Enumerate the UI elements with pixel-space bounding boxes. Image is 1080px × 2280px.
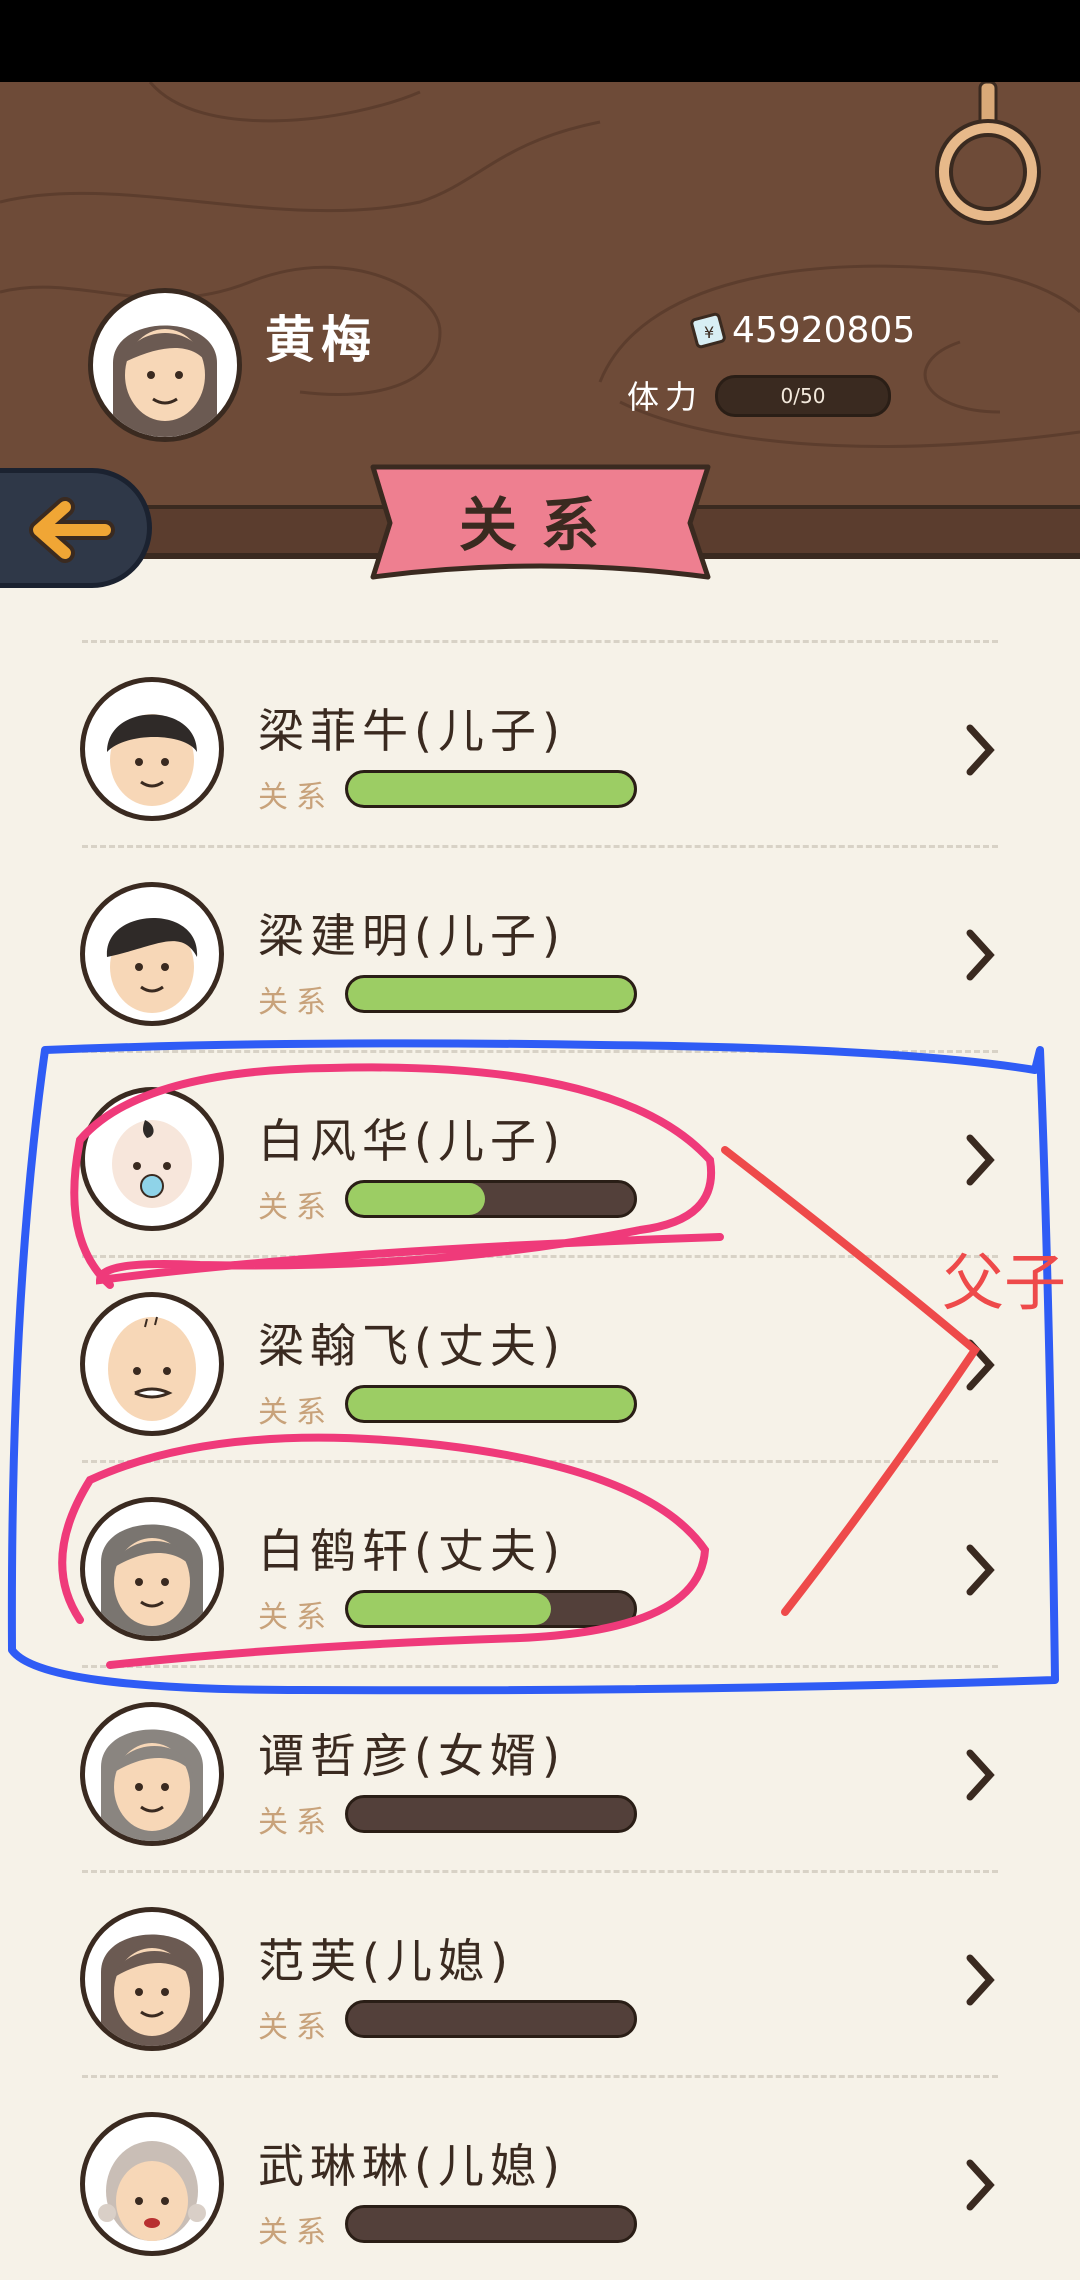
divider — [82, 1870, 998, 1873]
relationship-bar — [345, 1385, 637, 1423]
avatar — [80, 882, 224, 1026]
list-item[interactable]: 武琳琳(儿媳) 关系 — [0, 2075, 1080, 2280]
woman-face-icon — [113, 325, 217, 437]
stamina-label: 体力 — [627, 378, 704, 416]
relationship-bar — [345, 1180, 637, 1218]
divider — [82, 2075, 998, 2078]
stamina-bar: 0/50 — [715, 375, 891, 417]
avatar — [80, 1292, 224, 1436]
relationship-label: 关系 — [258, 985, 334, 1020]
profile-name: 黄梅 — [265, 311, 377, 369]
chevron-right-icon[interactable] — [960, 1540, 1000, 1600]
person-name: 武琳琳(儿媳) — [258, 2139, 566, 2193]
list-item[interactable]: 梁建明(儿子) 关系 — [0, 845, 1080, 1050]
relationship-label: 关系 — [258, 1395, 334, 1430]
svg-text:¥: ¥ — [704, 323, 714, 342]
relationship-bar — [345, 975, 637, 1013]
person-name: 谭哲彦(女婿) — [258, 1729, 566, 1783]
person-name: 梁菲牛(儿子) — [258, 704, 566, 758]
person-name: 梁建明(儿子) — [258, 909, 566, 963]
divider — [82, 845, 998, 848]
profile-avatar[interactable] — [88, 288, 242, 442]
list-item[interactable]: 梁菲牛(儿子) 关系 — [0, 640, 1080, 845]
person-name: 梁翰飞(丈夫) — [258, 1319, 566, 1373]
back-arrow-icon — [29, 497, 115, 563]
grey-hair-face-icon — [101, 1524, 203, 1636]
relationship-label: 关系 — [258, 2010, 334, 2045]
chevron-right-icon[interactable] — [960, 1130, 1000, 1190]
relationship-bar — [345, 2000, 637, 2038]
relationship-label: 关系 — [258, 1600, 334, 1635]
list-item[interactable]: 范芙(儿媳) 关系 — [0, 1870, 1080, 2075]
divider — [82, 1460, 998, 1463]
annotation-label: 父子 — [942, 1246, 1067, 1319]
relationship-fill — [348, 978, 634, 1010]
back-button[interactable] — [0, 468, 152, 588]
divider — [82, 1665, 998, 1668]
relationship-fill — [348, 1183, 486, 1215]
relationship-label: 关系 — [258, 1190, 334, 1225]
avatar — [80, 1497, 224, 1641]
relationship-bar — [345, 1590, 637, 1628]
woman-face-icon — [101, 1934, 203, 2046]
avatar — [80, 1907, 224, 2051]
status-bar — [0, 0, 1080, 82]
chevron-right-icon[interactable] — [960, 720, 1000, 780]
avatar — [80, 1087, 224, 1231]
relationship-fill — [348, 1593, 552, 1625]
grey-hair-face-icon — [101, 1729, 203, 1841]
person-name: 白风华(儿子) — [258, 1114, 566, 1168]
divider — [82, 1050, 998, 1053]
baby-face-icon — [112, 1120, 192, 1208]
list-item[interactable]: 白鹤轩(丈夫) 关系 — [0, 1460, 1080, 1665]
person-name: 白鹤轩(丈夫) — [258, 1524, 566, 1578]
old-man-face-icon — [108, 1316, 196, 1421]
chevron-right-icon[interactable] — [960, 925, 1000, 985]
relationship-label: 关系 — [258, 780, 334, 815]
chevron-right-icon[interactable] — [960, 1745, 1000, 1805]
page-title: 关系 — [458, 491, 623, 559]
list-item[interactable]: 梁翰飞(丈夫) 关系 — [0, 1255, 1080, 1460]
chevron-right-icon[interactable] — [960, 1335, 1000, 1395]
man-face-icon — [106, 917, 198, 1013]
money-amount: 45920805 — [732, 310, 916, 351]
divider — [82, 1255, 998, 1258]
chevron-right-icon[interactable] — [960, 1950, 1000, 2010]
relationship-bar — [345, 770, 637, 808]
avatar — [80, 2112, 224, 2256]
list-item[interactable]: 白风华(儿子) 关系 — [0, 1050, 1080, 1255]
elderly-woman-face-icon — [98, 2141, 206, 2241]
avatar — [80, 677, 224, 821]
avatar — [80, 1702, 224, 1846]
relationship-fill — [348, 773, 634, 805]
relationship-bar — [345, 1795, 637, 1833]
divider — [82, 640, 998, 643]
person-name: 范芙(儿媳) — [258, 1934, 514, 1988]
relationship-fill — [348, 1388, 634, 1420]
relationship-label: 关系 — [258, 2215, 334, 2250]
list-item[interactable]: 谭哲彦(女婿) 关系 — [0, 1665, 1080, 1870]
hook-icon — [935, 82, 1041, 225]
boy-face-icon — [107, 714, 197, 806]
relationship-bar — [345, 2205, 637, 2243]
money-icon: ¥ — [690, 312, 726, 349]
chevron-right-icon[interactable] — [960, 2155, 1000, 2215]
relationship-label: 关系 — [258, 1805, 334, 1840]
